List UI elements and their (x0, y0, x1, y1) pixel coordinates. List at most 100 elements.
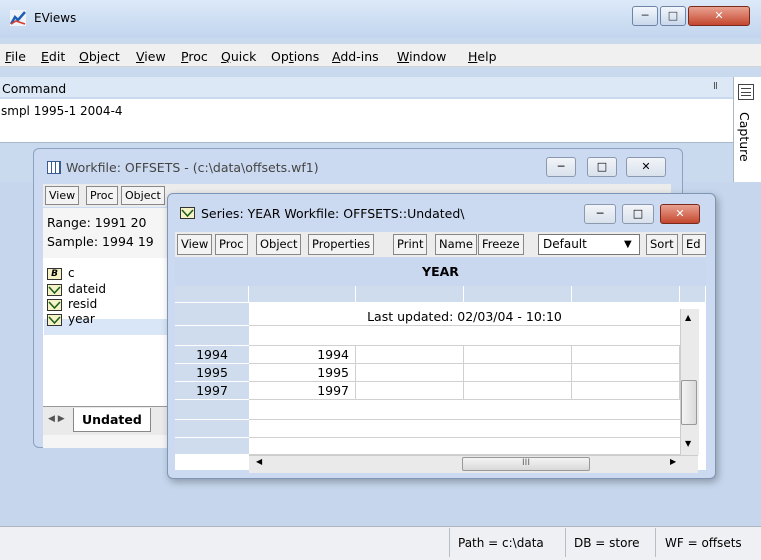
status-bar (0, 526, 761, 560)
status-divider (565, 528, 566, 557)
header-corner-cell (175, 286, 249, 303)
command-header (0, 77, 733, 97)
maximize-button[interactable]: □ (660, 6, 686, 26)
row-header-obs[interactable]: 1995 (175, 364, 249, 382)
header-cell[interactable] (356, 286, 464, 303)
workfile-maximize-button[interactable]: □ (587, 157, 617, 177)
row-header[interactable] (175, 400, 249, 420)
series-view-button[interactable]: View (177, 234, 213, 255)
capture-tab-label[interactable]: Capture (737, 112, 752, 162)
menu-options[interactable]: Options (271, 49, 319, 64)
row-header-obs[interactable]: 1997 (175, 382, 249, 400)
workfile-object-button[interactable]: Object (121, 186, 165, 205)
table-cell[interactable] (464, 346, 572, 364)
menu-view[interactable]: View (136, 49, 166, 64)
value-cell[interactable]: 1994 (249, 346, 356, 364)
series-print-button[interactable]: Print (393, 234, 428, 255)
series-proc-button[interactable]: Proc (215, 234, 248, 255)
menu-file[interactable]: File (5, 49, 26, 64)
series-freeze-button[interactable]: Freeze (478, 234, 524, 255)
table-cell[interactable] (356, 346, 464, 364)
row-header[interactable] (175, 420, 249, 438)
close-button[interactable]: ✕ (688, 6, 750, 26)
pin-icon[interactable]: Ⅱ (713, 81, 718, 92)
table-cell[interactable] (356, 364, 464, 382)
workfile-object-item[interactable]: resid (47, 297, 97, 312)
series-sort-button[interactable]: Sort (646, 234, 678, 255)
workfile-object-item[interactable]: year (47, 312, 95, 327)
status-db[interactable]: DB = store (574, 536, 640, 550)
menu-window[interactable]: Window (397, 49, 446, 64)
tab-scroll-arrows-icon[interactable]: ◀ ▶ (48, 414, 65, 424)
object-name: c (68, 266, 75, 280)
menu-quick[interactable]: Quick (221, 49, 256, 64)
last-updated-label: Last updated: 02/03/04 - 10:10 (367, 309, 562, 324)
row-header-obs[interactable]: 1994 (175, 346, 249, 364)
window-title: EViews (34, 11, 77, 25)
table-cell[interactable] (572, 382, 680, 400)
eviews-logo-icon (10, 10, 26, 26)
menu-help[interactable]: Help (468, 49, 497, 64)
series-properties-button[interactable]: Properties (308, 234, 375, 255)
series-edit-button[interactable]: Ed (682, 234, 706, 255)
dropdown-arrow-icon[interactable]: ▼ (624, 234, 632, 255)
table-cell[interactable] (356, 382, 464, 400)
menu-add-ins[interactable]: Add-ins (332, 49, 379, 64)
row-header[interactable] (175, 438, 249, 455)
workfile-sample[interactable]: Sample: 1994 19 (47, 234, 154, 249)
tab-undated[interactable]: Undated (73, 408, 151, 432)
series-close-button[interactable]: ✕ (660, 204, 700, 224)
series-name-button[interactable]: Name (435, 234, 477, 255)
scroll-left-icon[interactable]: ◀ (256, 457, 262, 466)
table-row[interactable] (249, 438, 680, 455)
table-row[interactable] (249, 420, 680, 438)
status-path[interactable]: Path = c:\data (458, 536, 544, 550)
horizontal-scroll-thumb[interactable]: III (462, 457, 590, 471)
row-header[interactable] (175, 326, 249, 346)
menu-object[interactable]: Object (79, 49, 120, 64)
series-icon (47, 283, 62, 296)
value-cell[interactable]: 1995 (249, 364, 356, 382)
command-text[interactable]: smpl 1995-1 2004-4 (1, 104, 123, 118)
capture-window-icon[interactable] (738, 84, 754, 100)
series-maximize-button[interactable]: □ (622, 204, 654, 224)
workfile-close-button[interactable]: ✕ (626, 157, 666, 177)
table-row[interactable] (249, 400, 680, 420)
table-row[interactable] (249, 326, 680, 346)
workfile-view-button[interactable]: View (45, 186, 80, 205)
workfile-icon (47, 161, 61, 174)
series-column-title: YEAR (175, 258, 706, 286)
menu-edit[interactable]: Edit (41, 49, 65, 64)
series-object-button[interactable]: Object (256, 234, 302, 255)
vertical-scroll-thumb[interactable] (681, 380, 697, 425)
header-cell[interactable] (572, 286, 680, 303)
workfile-object-item[interactable]: Bc (47, 266, 75, 281)
scroll-right-icon[interactable]: ▶ (670, 457, 676, 466)
series-icon (180, 207, 195, 219)
minimize-button[interactable]: ─ (632, 6, 658, 26)
workfile-object-item[interactable]: dateid (47, 282, 106, 297)
header-cell[interactable] (249, 286, 356, 303)
header-cell[interactable] (464, 286, 572, 303)
header-cell[interactable] (680, 286, 706, 303)
series-minimize-button[interactable]: ─ (584, 204, 616, 224)
series-icon (47, 313, 62, 326)
status-divider (449, 528, 450, 557)
scroll-up-icon[interactable]: ▲ (685, 313, 691, 322)
workfile-proc-button[interactable]: Proc (86, 186, 118, 205)
series-title: Series: YEAR Workfile: OFFSETS::Undated\ (201, 206, 465, 221)
table-cell[interactable] (464, 364, 572, 382)
scroll-down-icon[interactable]: ▼ (685, 439, 691, 448)
menu-proc[interactable]: Proc (181, 49, 208, 64)
workfile-range[interactable]: Range: 1991 20 (47, 215, 147, 230)
table-cell[interactable] (572, 364, 680, 382)
value-cell[interactable]: 1997 (249, 382, 356, 400)
command-label: Command (2, 81, 67, 96)
row-header[interactable] (175, 303, 249, 326)
workfile-minimize-button[interactable]: ─ (546, 157, 576, 177)
status-wf[interactable]: WF = offsets (665, 536, 742, 550)
object-name: dateid (68, 282, 107, 296)
table-cell[interactable] (572, 346, 680, 364)
table-cell[interactable] (464, 382, 572, 400)
series-icon (47, 298, 62, 311)
